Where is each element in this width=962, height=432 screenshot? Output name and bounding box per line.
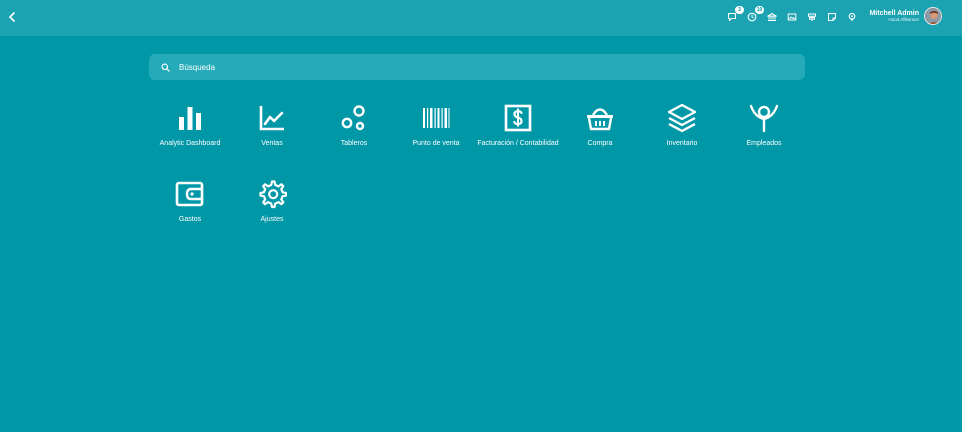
messages-badge: 3 [735, 6, 744, 14]
app-gastos[interactable]: Gastos [149, 176, 231, 241]
person-icon [749, 104, 779, 133]
search-input[interactable] [179, 62, 779, 72]
lightbulb-icon [848, 12, 856, 21]
gear-icon [259, 180, 287, 209]
activities-badge: 10 [755, 6, 764, 14]
barcode-icon [423, 108, 450, 128]
chat-icon [727, 12, 737, 22]
app-ventas[interactable]: Ventas [231, 100, 313, 165]
dollar-invoice-icon [504, 104, 532, 132]
systray-signpost[interactable] [806, 10, 818, 24]
user-name: Mitchell Admin [869, 9, 919, 17]
apps-grid: Analytic Dashboard Ventas Tableros Punto… [149, 100, 805, 241]
app-analytic-dashboard[interactable]: Analytic Dashboard [149, 100, 231, 165]
avatar[interactable] [924, 7, 942, 25]
bubbles-icon [341, 105, 365, 131]
systray-image[interactable] [786, 10, 798, 24]
app-label: Gastos [178, 216, 202, 223]
user-company: Hood Aflkerson [888, 16, 919, 22]
top-navbar: 3 10 Mitchell Admin Hood Aflkerson [0, 0, 962, 36]
systray-bank[interactable] [766, 10, 778, 24]
back-button[interactable] [4, 8, 20, 26]
app-label: Compra [587, 140, 613, 147]
app-label: Empleados [746, 140, 782, 147]
bar-chart-icon [179, 107, 201, 130]
app-inventario[interactable]: Inventario [641, 100, 723, 165]
app-label: Analytic Dashboard [159, 140, 221, 147]
systray: 3 10 [726, 6, 858, 26]
app-compra[interactable]: Compra [559, 100, 641, 165]
search-icon [161, 63, 170, 72]
systray-messages[interactable]: 3 [726, 6, 744, 24]
note-icon [828, 13, 836, 21]
app-label: Ajustes [260, 216, 284, 223]
app-empleados[interactable]: Empleados [723, 100, 805, 165]
app-label: Ventas [261, 140, 283, 147]
search-bar[interactable] [149, 54, 805, 80]
layers-icon [667, 103, 697, 133]
signpost-icon [808, 13, 816, 21]
basket-icon [587, 108, 613, 131]
user-menu[interactable]: Mitchell Admin Hood Aflkerson [869, 5, 942, 27]
app-label: Facturación / Contabilidad [477, 140, 559, 147]
chevron-left-icon [9, 12, 15, 22]
app-label: Tableros [340, 140, 368, 147]
systray-tips[interactable] [846, 10, 858, 24]
wallet-icon [175, 181, 204, 207]
clock-icon [747, 12, 757, 22]
systray-note[interactable] [826, 10, 838, 24]
app-ajustes[interactable]: Ajustes [231, 176, 313, 241]
image-icon [787, 13, 797, 21]
line-chart-icon [259, 106, 284, 131]
app-tableros[interactable]: Tableros [313, 100, 395, 165]
app-label: Punto de venta [412, 140, 460, 147]
app-facturacion[interactable]: Facturación / Contabilidad [477, 100, 559, 165]
app-punto-de-venta[interactable]: Punto de venta [395, 100, 477, 165]
app-label: Inventario [666, 140, 698, 147]
bank-icon [767, 12, 777, 21]
systray-activities[interactable]: 10 [746, 6, 764, 24]
